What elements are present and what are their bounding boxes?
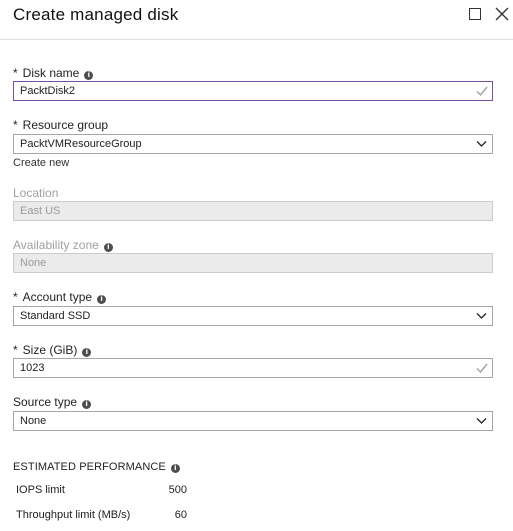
close-icon[interactable] [494,5,510,23]
availability-zone-label: Availability zone i [13,238,113,252]
page-title: Create managed disk [13,5,179,24]
chevron-down-icon [476,141,487,147]
resource-group-value: PacktVMResourceGroup [20,138,142,150]
size-value: 1023 [20,362,45,374]
size-label: * Size (GiB) i [13,343,92,357]
disk-name-value: PacktDisk2 [20,85,76,97]
checkmark-icon [476,363,488,374]
disk-name-label: * Disk name i [13,66,94,80]
account-type-select[interactable]: Standard SSD [13,306,493,326]
throughput-limit-label: Throughput limit (MB/s) [16,509,131,521]
location-input: East US [13,201,493,221]
iops-limit-label: IOPS limit [16,484,65,496]
throughput-limit-value: 60 [174,509,187,521]
size-input[interactable]: 1023 [13,358,493,378]
disk-name-input[interactable]: PacktDisk2 [13,81,493,101]
estimated-performance-heading: ESTIMATED PERFORMANCE i [13,461,180,473]
resource-group-label: * Resource group [13,118,109,132]
create-new-link[interactable]: Create new [13,157,69,169]
availability-zone-select: None [13,253,493,273]
required-asterisk: * [13,290,18,304]
location-value: East US [20,205,61,217]
info-icon[interactable]: i [103,243,113,252]
source-type-value: None [20,415,47,427]
source-type-select[interactable]: None [13,411,493,431]
iops-limit-value: 500 [168,484,187,496]
info-icon[interactable]: i [84,71,94,80]
account-type-value: Standard SSD [20,310,91,322]
maximize-button[interactable] [469,8,481,20]
info-icon[interactable]: i [82,400,92,409]
info-icon[interactable]: i [82,348,92,357]
source-type-label: Source type i [13,395,92,409]
chevron-down-icon [476,313,487,319]
chevron-down-icon [476,418,487,424]
required-asterisk: * [13,66,18,80]
account-type-label: * Account type i [13,290,107,304]
checkmark-icon [476,86,488,97]
availability-zone-value: None [20,257,47,269]
info-icon[interactable]: i [97,295,107,304]
required-asterisk: * [13,343,18,357]
resource-group-select[interactable]: PacktVMResourceGroup [13,134,493,154]
info-icon[interactable]: i [170,464,180,473]
required-asterisk: * [13,118,18,132]
location-label: Location [13,186,59,200]
blade-header: Create managed disk [0,0,513,40]
